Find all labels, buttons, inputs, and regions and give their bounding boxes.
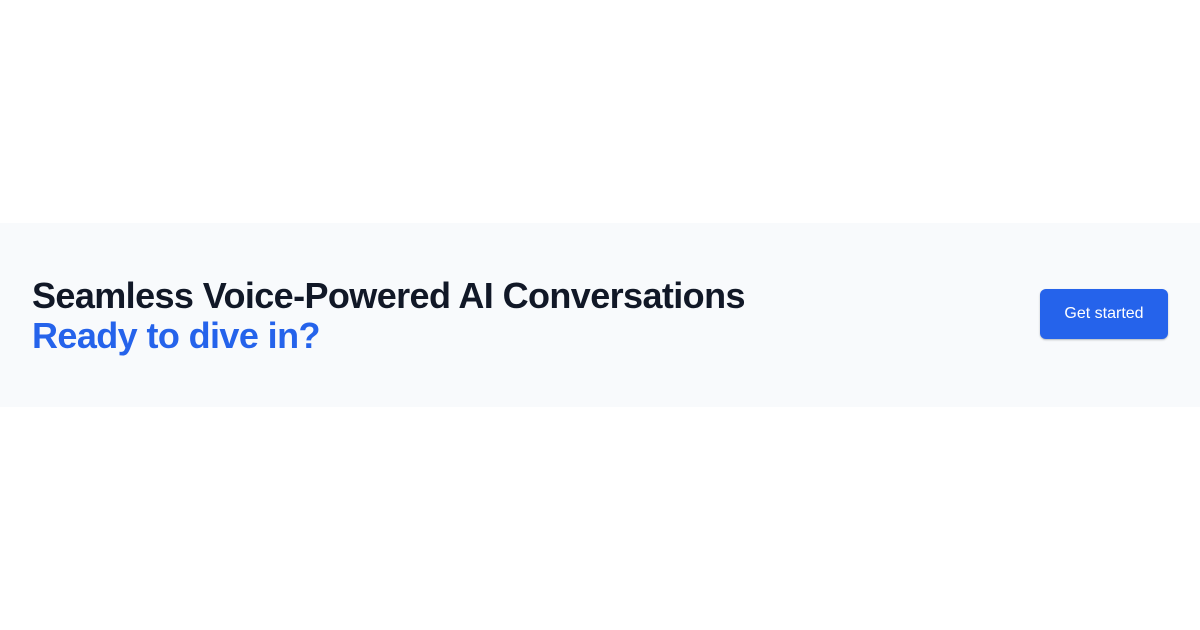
cta-headline: Seamless Voice-Powered AI Conversations (32, 275, 745, 316)
cta-text-group: Seamless Voice-Powered AI Conversations … (32, 276, 745, 356)
cta-section: Seamless Voice-Powered AI Conversations … (0, 223, 1200, 407)
page: Seamless Voice-Powered AI Conversations … (0, 0, 1200, 630)
cta-subheadline: Ready to dive in? (32, 315, 320, 356)
get-started-button[interactable]: Get started (1040, 289, 1168, 339)
